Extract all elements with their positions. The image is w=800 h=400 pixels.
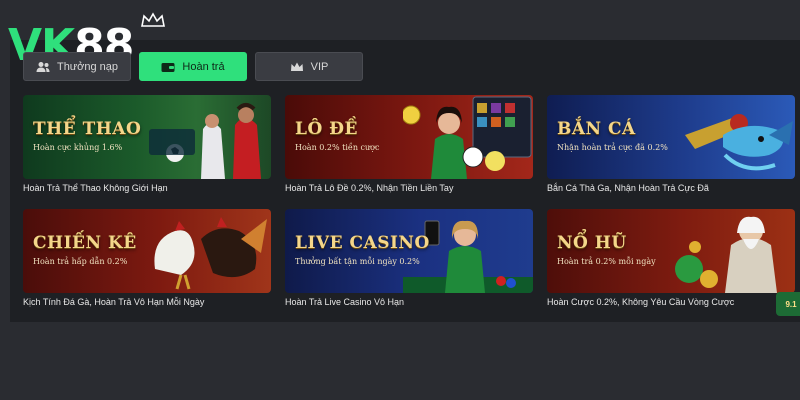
tab-cashback-label: Hoàn trả [182,60,225,73]
fish-cannon-illustration [685,114,793,171]
wallet-icon [161,61,175,73]
banner-lottery[interactable]: LÔ ĐỀ Hoàn 0.2% tiền cược [285,95,533,179]
card-title: CHIẾN KÊ [33,233,137,253]
sticker-label: 9.1 [785,299,797,309]
card-title: NỔ HŨ [557,233,627,253]
card-caption[interactable]: Hoàn Trả Lô Đề 0.2%, Nhận Tiền Liền Tay [285,183,533,193]
card-title: THỂ THAO [33,119,142,139]
banner-sports[interactable]: THỂ THAO Hoàn cực khủng 1.6% [23,95,271,179]
card-subtitle: Hoàn cực khủng 1.6% [33,143,123,152]
card-caption[interactable]: Hoàn Trả Live Casino Vô Hạn [285,297,533,307]
card-title: LIVE CASINO [295,233,430,253]
banner-slots[interactable]: NỔ HŨ Hoàn trả 0.2% mỗi ngày [547,209,795,293]
card-subtitle: Hoàn trả 0.2% mỗi ngày [557,257,656,266]
banner-fish[interactable]: BẮN CÁ Nhận hoàn trả cực đã 0.2% [547,95,795,179]
card-subtitle: Thưởng bất tận mỗi ngày 0.2% [295,257,420,266]
card-caption[interactable]: Bắn Cá Thả Ga, Nhận Hoàn Trả Cực Đã [547,183,795,193]
tab-deposit-bonus[interactable]: Thưởng nạp [23,52,131,81]
card-sports[interactable]: THỂ THAO Hoàn cực khủng 1.6% Hoàn Trả Th… [23,95,271,193]
tab-vip-label: VIP [310,60,329,73]
logo-crown-icon [141,12,165,27]
users-icon [36,61,50,73]
lottery-hostess-illustration [403,96,532,179]
card-fish[interactable]: BẮN CÁ Nhận hoàn trả cực đã 0.2% Bắn Cá … [547,95,795,193]
roosters-illustration [154,217,267,290]
tab-deposit-bonus-label: Thưởng nạp [56,60,119,73]
tab-cashback[interactable]: Hoàn trả [139,52,247,81]
card-title: LÔ ĐỀ [295,119,358,139]
card-cockfight[interactable]: CHIẾN KÊ Hoàn trả hấp dẫn 0.2% Kịch Tính… [23,209,271,307]
football-players-illustration [149,103,261,179]
card-subtitle: Hoàn trả hấp dẫn 0.2% [33,257,128,266]
slot-god-illustration [675,216,777,293]
card-caption[interactable]: Hoàn Cược 0.2%, Không Yêu Cầu Vòng Cược [547,297,795,307]
banner-cockfight[interactable]: CHIẾN KÊ Hoàn trả hấp dẫn 0.2% [23,209,271,293]
floating-promo-sticker[interactable]: 9.1 [776,292,800,316]
promo-tabs: Thưởng nạp Hoàn trả VIP [23,52,363,81]
banner-live-casino[interactable]: LIVE CASINO Thưởng bất tận mỗi ngày 0.2% [285,209,533,293]
card-lottery[interactable]: LÔ ĐỀ Hoàn 0.2% tiền cược Hoàn Trả Lô Đề… [285,95,533,193]
card-subtitle: Hoàn 0.2% tiền cược [295,143,380,152]
crown-icon [290,61,304,73]
tab-vip[interactable]: VIP [255,52,363,81]
card-caption[interactable]: Kịch Tính Đá Gà, Hoàn Trả Vô Hạn Mỗi Ngà… [23,297,271,307]
card-caption[interactable]: Hoàn Trả Thể Thao Không Giới Hạn [23,183,271,193]
card-title: BẮN CÁ [557,119,636,139]
cashback-card-grid: THỂ THAO Hoàn cực khủng 1.6% Hoàn Trả Th… [23,95,795,307]
card-slots[interactable]: NỔ HŨ Hoàn trả 0.2% mỗi ngày Hoàn Cược 0… [547,209,795,307]
card-live-casino[interactable]: LIVE CASINO Thưởng bất tận mỗi ngày 0.2%… [285,209,533,307]
card-subtitle: Nhận hoàn trả cực đã 0.2% [557,143,668,152]
